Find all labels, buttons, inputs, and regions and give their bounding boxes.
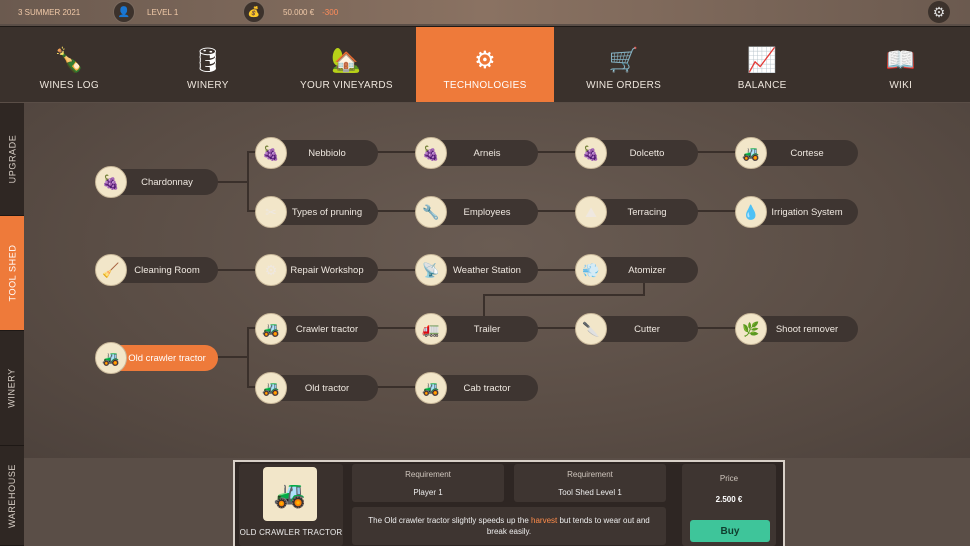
machine-icon: 🚜 [735,137,767,169]
requirement-tool-shed: Requirement Tool Shed Level 1 [514,464,666,502]
level-indicator: 👤 LEVEL 1 [113,0,178,24]
tech-node-old-crawler-tractor[interactable]: 🚜 Old crawler tractor [95,342,218,374]
shoot-remover-icon: 🌿 [735,313,767,345]
tech-name: OLD CRAWLER TRACTOR [239,528,343,537]
money-icon: 💰 [243,1,265,23]
main-nav: 🍾 WINES LOG 🛢 WINERY 🏡 YOUR VINEYARDS ⚙ … [0,26,970,102]
money-indicator: 💰 50.000 € -300 [243,0,338,24]
side-tabs: UPGRADE TOOL SHED WINERY WAREHOUSE [0,103,24,546]
desc-text: The Old crawler tractor slightly speeds … [368,516,531,525]
trailer-icon: 🚛 [415,313,447,345]
money-text: 50.000 € [283,7,315,17]
level-text: LEVEL 1 [147,7,179,17]
side-tab-warehouse[interactable]: WAREHOUSE [0,446,24,546]
side-tab-label: TOOL SHED [7,244,18,302]
settings-gear-icon[interactable]: ⚙ [928,1,950,23]
grape-icon: 🍇 [255,137,287,169]
price-title: Price [719,474,739,483]
price-box: Price 2.500 € Buy [682,464,776,546]
tech-node-trailer[interactable]: 🚛 Trailer [415,313,538,345]
atomizer-icon: 💨 [575,254,607,286]
technology-tree: 🍇 Chardonnay 🧹 Cleaning Room 🚜 Old crawl… [24,103,970,458]
side-tab-winery[interactable]: WINERY [0,331,24,446]
tech-node-cleaning-room[interactable]: 🧹 Cleaning Room [95,254,218,286]
side-tab-label: WINERY [7,368,17,408]
tab-wines-log[interactable]: 🍾 WINES LOG [0,27,139,102]
requirement-value: Tool Shed Level 1 [558,488,622,497]
vineyard-icon: 🏡 [331,47,362,74]
requirement-value: Player 1 [413,488,443,497]
status-bar: 3 SUMMER 2021 👤 LEVEL 1 💰 50.000 € -300 … [0,0,970,24]
weather-station-icon: 📡 [415,254,447,286]
tab-wiki[interactable]: 📖 WIKI [831,27,970,102]
tab-technologies[interactable]: ⚙ TECHNOLOGIES [415,27,555,102]
requirement-player: Requirement Player 1 [352,464,504,502]
tab-label: TECHNOLOGIES [443,80,527,91]
tech-node-repair-workshop[interactable]: ⚙ Repair Workshop [255,254,378,286]
workshop-icon: ⚙ [255,254,287,286]
tech-node-cab-tractor[interactable]: 🚜 Cab tractor [415,372,538,404]
tech-node-shoot-remover[interactable]: 🌿 Shoot remover [735,313,858,345]
season-indicator: 3 SUMMER 2021 [0,0,80,24]
book-icon: 📖 [885,47,916,74]
tech-node-employees[interactable]: 🔧 Employees [415,196,538,228]
tab-label: WINES LOG [39,80,99,91]
tab-label: YOUR VINEYARDS [299,80,393,91]
tab-label: BALANCE [737,80,787,91]
cutter-icon: 🔪 [575,313,607,345]
side-tab-label: WAREHOUSE [7,463,18,528]
tech-details-panel: 🚜 OLD CRAWLER TRACTOR Requirement Player… [233,460,785,546]
money-change-text: -300 [322,7,339,17]
side-tab-label: UPGRADE [7,134,17,184]
irrigation-icon: 💧 [735,196,767,228]
grape-icon: 🍇 [575,137,607,169]
desc-highlight: harvest [531,516,558,525]
player-avatar-icon: 👤 [113,1,135,23]
tech-node-nebbiolo[interactable]: 🍇 Nebbiolo [255,137,378,169]
tech-node-types-of-pruning[interactable]: ✂ Types of pruning [255,196,378,228]
grape-icon: 🍇 [95,166,127,198]
season-text: 3 SUMMER 2021 [18,7,81,17]
crawler-tractor-icon: 🚜 [255,313,287,345]
cleaning-icon: 🧹 [95,254,127,286]
gears-icon: ⚙ [474,47,496,74]
tab-label: WINERY [187,80,229,91]
tech-node-crawler-tractor[interactable]: 🚜 Crawler tractor [255,313,378,345]
tech-node-irrigation-system[interactable]: 💧 Irrigation System [735,196,858,228]
tool-icon: 🔧 [415,196,447,228]
crawler-tractor-icon: 🚜 [263,467,317,521]
pruning-icon: ✂ [255,196,287,228]
hand-truck-icon: 🛒 [608,47,639,74]
tech-node-cortese[interactable]: 🚜 Cortese [735,137,858,169]
tab-label: WINE ORDERS [586,80,662,91]
tech-node-terracing[interactable]: ⛰ Terracing [575,196,698,228]
tab-balance[interactable]: 📈 BALANCE [693,27,832,102]
tech-node-weather-station[interactable]: 📡 Weather Station [415,254,538,286]
requirement-title: Requirement [405,470,451,479]
monitor-chart-icon: 📈 [747,47,778,74]
grape-icon: 🍇 [415,137,447,169]
tab-your-vineyards[interactable]: 🏡 YOUR VINEYARDS [277,27,416,102]
side-tab-tool-shed[interactable]: TOOL SHED [0,216,24,331]
wine-bottles-icon: 🍾 [54,47,85,74]
barrel-icon: 🛢 [192,47,224,74]
tab-winery[interactable]: 🛢 WINERY [139,27,278,102]
tech-node-atomizer[interactable]: 💨 Atomizer [575,254,698,286]
requirement-title: Requirement [567,470,613,479]
tractor-icon: 🚜 [415,372,447,404]
buy-button[interactable]: Buy [690,520,770,542]
side-tab-upgrade[interactable]: UPGRADE [0,103,24,216]
tractor-icon: 🚜 [255,372,287,404]
tech-node-chardonnay[interactable]: 🍇 Chardonnay [95,166,218,198]
tech-node-old-tractor[interactable]: 🚜 Old tractor [255,372,378,404]
crawler-tractor-icon: 🚜 [95,342,127,374]
tab-label: WIKI [889,80,913,91]
price-value: 2.500 € [715,495,743,504]
terracing-icon: ⛰ [575,196,607,228]
tech-node-dolcetto[interactable]: 🍇 Dolcetto [575,137,698,169]
tech-description: The Old crawler tractor slightly speeds … [352,507,666,545]
tab-wine-orders[interactable]: 🛒 WINE ORDERS [554,27,693,102]
tech-node-arneis[interactable]: 🍇 Arneis [415,137,538,169]
tech-node-cutter[interactable]: 🔪 Cutter [575,313,698,345]
